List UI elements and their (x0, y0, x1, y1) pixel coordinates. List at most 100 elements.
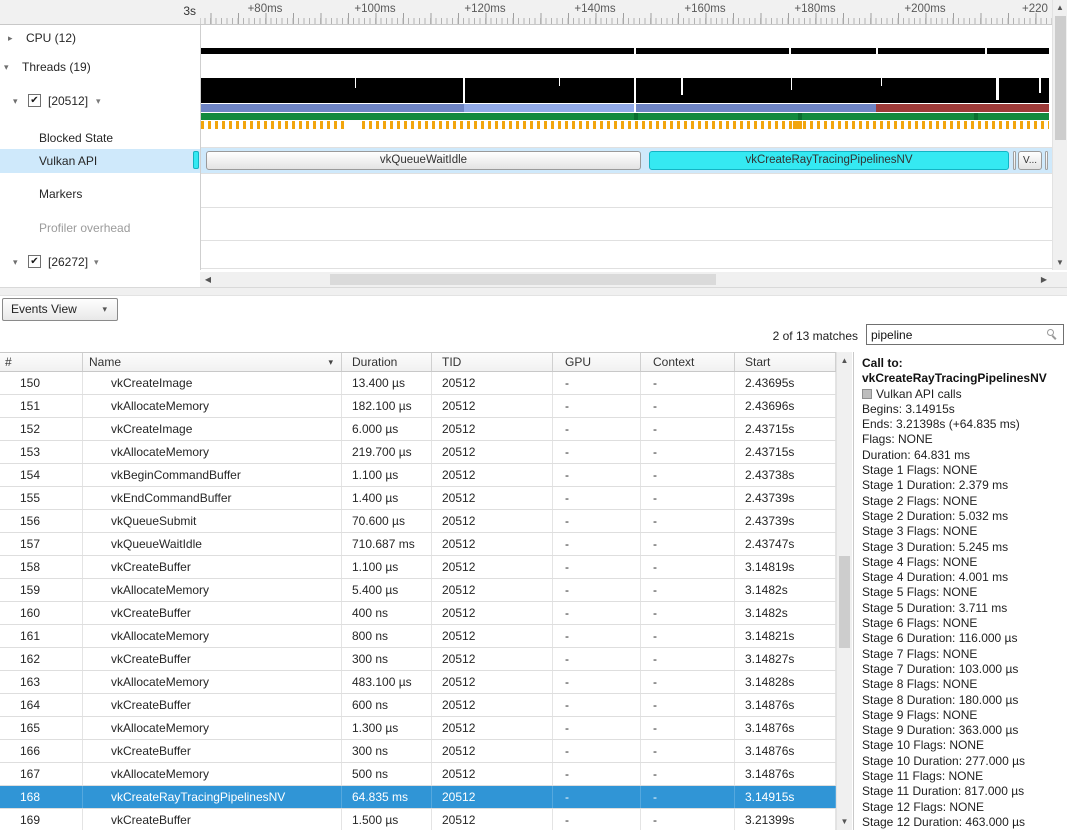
sidebar-item-thread-26272[interactable]: ▾ ✔ [26272] ▾ (0, 251, 200, 273)
row-separator (201, 173, 1052, 174)
scrollbar-thumb[interactable] (330, 274, 716, 285)
scroll-left-icon[interactable]: ◀ (202, 275, 214, 284)
sidebar-item-blocked-state[interactable]: Blocked State (0, 127, 200, 149)
cell-duration: 70.600 µs (342, 510, 432, 532)
expander-collapsed-icon[interactable]: ▸ (8, 27, 13, 49)
cell-tid: 20512 (432, 648, 553, 670)
scrollbar-thumb[interactable] (1055, 16, 1066, 140)
column-header-duration[interactable]: Duration (342, 353, 432, 371)
table-row[interactable]: 152vkCreateImage6.000 µs20512--2.43715s (0, 418, 836, 441)
table-row[interactable]: 165vkAllocateMemory1.300 µs20512--3.1487… (0, 717, 836, 740)
cell-tid: 20512 (432, 556, 553, 578)
scroll-right-icon[interactable]: ▶ (1038, 275, 1050, 284)
scroll-down-icon[interactable]: ▼ (1053, 258, 1067, 267)
scrollbar-thumb[interactable] (839, 556, 850, 648)
search-box[interactable] (866, 324, 1064, 345)
table-row[interactable]: 153vkAllocateMemory219.700 µs20512--2.43… (0, 441, 836, 464)
expander-expanded-icon[interactable]: ▾ (13, 251, 18, 273)
table-row[interactable]: 164vkCreateBuffer600 ns20512--3.14876s (0, 694, 836, 717)
cell-tid: 20512 (432, 372, 553, 394)
table-row[interactable]: 157vkQueueWaitIdle710.687 ms20512--2.437… (0, 533, 836, 556)
cell-name: vkCreateBuffer (83, 809, 342, 830)
cell-tid: 20512 (432, 717, 553, 739)
table-row[interactable]: 159vkAllocateMemory5.400 µs20512--3.1482… (0, 579, 836, 602)
thread-menu-caret-icon[interactable]: ▾ (96, 90, 101, 112)
scroll-up-icon[interactable]: ▲ (837, 356, 852, 365)
cell-id: 163 (0, 671, 83, 693)
cell-tid: 20512 (432, 625, 553, 647)
sidebar-item-profiler-overhead[interactable]: Profiler overhead (0, 217, 200, 239)
column-header-context[interactable]: Context (641, 353, 735, 371)
cell-id: 167 (0, 763, 83, 785)
thread-checkbox[interactable]: ✔ (28, 94, 41, 107)
pane-splitter[interactable] (0, 287, 1067, 296)
table-row[interactable]: 163vkAllocateMemory483.100 µs20512--3.14… (0, 671, 836, 694)
table-row[interactable]: 169vkCreateBuffer1.500 µs20512--3.21399s (0, 809, 836, 830)
cell-gpu: - (553, 625, 641, 647)
details-line: Stage 1 Flags: NONE (862, 463, 1064, 478)
cell-id: 155 (0, 487, 83, 509)
sidebar-item-threads[interactable]: ▾ Threads (19) (0, 56, 200, 78)
cell-id: 164 (0, 694, 83, 716)
sidebar-item-markers[interactable]: Markers (0, 183, 200, 205)
column-header-start[interactable]: Start (735, 353, 836, 371)
details-line: Stage 7 Duration: 103.000 µs (862, 662, 1064, 677)
table-row[interactable]: 167vkAllocateMemory500 ns20512--3.14876s (0, 763, 836, 786)
details-line: Stage 3 Duration: 5.245 ms (862, 540, 1064, 555)
scroll-up-icon[interactable]: ▲ (1053, 3, 1067, 12)
cell-id: 168 (0, 786, 83, 808)
table-row[interactable]: 162vkCreateBuffer300 ns20512--3.14827s (0, 648, 836, 671)
table-row[interactable]: 168vkCreateRayTracingPipelinesNV64.835 m… (0, 786, 836, 809)
cell-gpu: - (553, 418, 641, 440)
event-bar-vkcreateraytracingpipelinesnv-selected[interactable]: vkCreateRayTracingPipelinesNV (649, 151, 1009, 170)
row-separator (201, 240, 1052, 241)
table-row[interactable]: 156vkQueueSubmit70.600 µs20512--2.43739s (0, 510, 836, 533)
cell-tid: 20512 (432, 510, 553, 532)
event-bar-vkqueuewaitidle[interactable]: vkQueueWaitIdle (206, 151, 641, 170)
sidebar-item-label: [20512] (48, 90, 88, 112)
cell-gpu: - (553, 487, 641, 509)
timeline-vertical-scrollbar[interactable]: ▲ ▼ (1052, 0, 1067, 270)
cell-start: 3.1482s (735, 602, 836, 624)
thread-menu-caret-icon[interactable]: ▾ (94, 251, 99, 273)
table-row[interactable]: 150vkCreateImage13.400 µs20512--2.43695s (0, 372, 836, 395)
column-header-name[interactable]: Name▾ (83, 353, 342, 371)
search-input[interactable] (867, 325, 1049, 344)
table-row[interactable]: 155vkEndCommandBuffer1.400 µs20512--2.43… (0, 487, 836, 510)
timeline-horizontal-scrollbar[interactable]: ◀ ▶ (200, 272, 1052, 287)
table-row[interactable]: 158vkCreateBuffer1.100 µs20512--3.14819s (0, 556, 836, 579)
events-view-dropdown[interactable]: Events View ▾ (2, 298, 118, 321)
search-icon[interactable] (1047, 329, 1059, 341)
cell-gpu: - (553, 533, 641, 555)
timeline-tracks[interactable]: vkQueueWaitIdle vkCreateRayTracingPipeli… (200, 25, 1052, 270)
table-row[interactable]: 151vkAllocateMemory182.100 µs20512--2.43… (0, 395, 836, 418)
expander-expanded-icon[interactable]: ▾ (13, 90, 18, 112)
cell-name: vkAllocateMemory (83, 441, 342, 463)
column-header-tid[interactable]: TID (432, 353, 553, 371)
cell-start: 3.14876s (735, 740, 836, 762)
cell-tid: 20512 (432, 579, 553, 601)
cell-context: - (641, 763, 735, 785)
cell-duration: 1.100 µs (342, 556, 432, 578)
events-toolbar: Events View ▾ 2 of 13 matches (0, 296, 1067, 352)
table-row[interactable]: 161vkAllocateMemory800 ns20512--3.14821s (0, 625, 836, 648)
column-header-gpu[interactable]: GPU (553, 353, 641, 371)
event-bar-tiny[interactable] (1045, 151, 1048, 170)
cell-gpu: - (553, 809, 641, 830)
sidebar-item-cpu[interactable]: ▸ CPU (12) (0, 27, 200, 49)
table-row[interactable]: 154vkBeginCommandBuffer1.100 µs20512--2.… (0, 464, 836, 487)
sidebar-item-thread-20512[interactable]: ▾ ✔ [20512] ▾ .sb-item[data-name="sideba… (0, 90, 200, 112)
event-bar-tiny[interactable] (1013, 151, 1016, 170)
scroll-down-icon[interactable]: ▼ (837, 817, 852, 826)
sidebar-item-vulkan-api[interactable]: Vulkan API (0, 149, 200, 173)
cell-start: 2.43696s (735, 395, 836, 417)
expander-expanded-icon[interactable]: ▾ (4, 56, 9, 78)
table-row[interactable]: 166vkCreateBuffer300 ns20512--3.14876s (0, 740, 836, 763)
event-bar-collapsed[interactable]: V... (1018, 151, 1042, 170)
timeline-ruler: 3s +80ms+100ms+120ms+140ms+160ms+180ms+2… (0, 0, 1052, 25)
thread-checkbox[interactable]: ✔ (28, 255, 41, 268)
cell-start: 2.43715s (735, 418, 836, 440)
column-header-index[interactable]: # (0, 353, 83, 371)
table-row[interactable]: 160vkCreateBuffer400 ns20512--3.1482s (0, 602, 836, 625)
table-vertical-scrollbar[interactable]: ▲ ▼ (836, 352, 852, 830)
